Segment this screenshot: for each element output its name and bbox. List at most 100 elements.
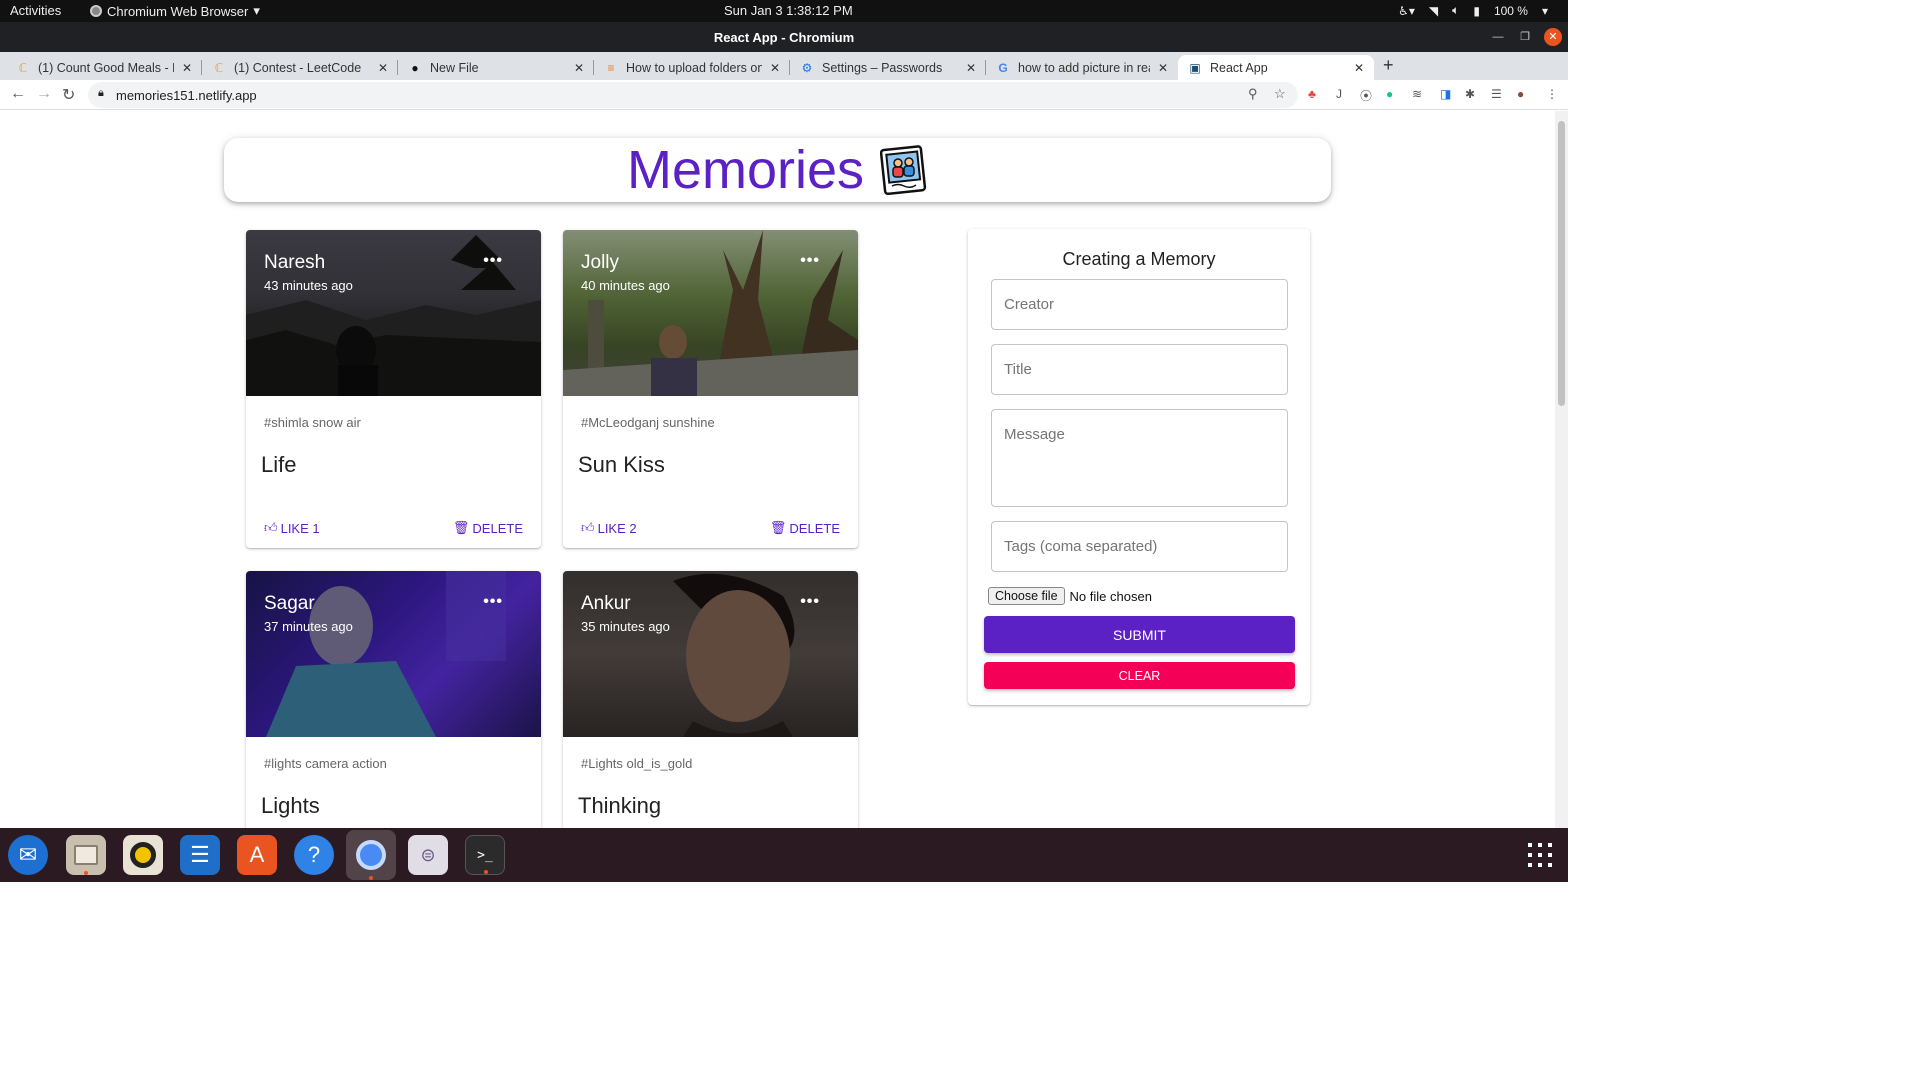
tab-close-icon[interactable]: ✕ [378, 61, 388, 75]
post-creator: Ankur [581, 593, 631, 614]
chevron-down-icon: ▾ [253, 3, 260, 18]
extension-badge-icon[interactable]: ◨ [1440, 87, 1451, 101]
thunderbird-icon[interactable]: ✉ [8, 835, 48, 875]
profile-avatar[interactable]: ● [1517, 87, 1524, 101]
more-options-icon[interactable]: ••• [800, 593, 820, 611]
file-input: Choose file No file chosen [988, 587, 1152, 605]
close-window-button[interactable]: ✕ [1544, 28, 1562, 46]
app-header: Memories [224, 138, 1331, 202]
choose-file-button[interactable]: Choose file [988, 587, 1065, 605]
reload-icon[interactable]: ↻ [62, 85, 75, 105]
tab-new-file[interactable]: ● New File ✕ [398, 55, 594, 80]
form-title: Creating a Memory [1062, 249, 1216, 269]
address-bar[interactable]: 🔒︎ memories151.netlify.app ⚲ ☆ [88, 82, 1298, 108]
tab-close-icon[interactable]: ✕ [1158, 61, 1168, 75]
chromium-dock-icon[interactable] [346, 830, 396, 880]
show-applications-icon[interactable] [1528, 843, 1552, 867]
files-icon[interactable] [66, 835, 106, 875]
chromium-icon [90, 5, 102, 17]
menu-kebab-icon[interactable]: ⋮ [1546, 87, 1558, 101]
clock[interactable]: Sun Jan 3 1:38:12 PM [724, 3, 853, 18]
libreoffice-writer-icon[interactable]: ☰ [180, 835, 220, 875]
tab-label: React App [1210, 60, 1268, 75]
trash-icon: 🗑︎ [452, 520, 470, 535]
system-tray[interactable]: ♿︎▾ ◥ 🔈︎ ▮ 100 % ▾ [1398, 3, 1548, 18]
extension-chart-icon[interactable]: ≋ [1412, 87, 1422, 101]
more-options-icon[interactable]: ••• [483, 593, 503, 611]
tags-field[interactable] [991, 521, 1288, 572]
app-menu[interactable]: Chromium Web Browser ▾ [90, 3, 260, 19]
extension-j-icon[interactable]: J [1336, 87, 1342, 101]
card-image: Naresh 43 minutes ago ••• [246, 230, 541, 396]
file-status: No file chosen [1069, 588, 1152, 604]
memory-card: Sagar 37 minutes ago ••• #lights camera … [246, 571, 541, 828]
post-title: Life [261, 452, 297, 477]
like-label: LIKE 1 [280, 520, 320, 536]
tab-upload-folders[interactable]: ≡ How to upload folders on ✕ [594, 55, 790, 80]
post-tags: #McLeodganj sunshine [581, 415, 715, 430]
trash-icon: 🗑︎ [769, 520, 787, 535]
tab-close-icon[interactable]: ✕ [966, 61, 976, 75]
message-field[interactable] [991, 409, 1288, 507]
settings-icon: ⚙ [801, 60, 813, 75]
tab-count-good-meals[interactable]: ℂ (1) Count Good Meals - Le ✕ [6, 55, 202, 80]
card-image: Jolly 40 minutes ago ••• [563, 230, 858, 396]
creator-field[interactable] [991, 279, 1288, 330]
tray-chevron-icon: ▾ [1541, 3, 1548, 18]
submit-button[interactable]: SUBMIT [984, 616, 1295, 653]
grammarly-icon[interactable]: ● [1386, 87, 1393, 101]
lock-icon[interactable]: 🔒︎ [98, 87, 104, 100]
minimize-button[interactable]: — [1489, 28, 1507, 46]
bookmark-star-icon[interactable]: ☆ [1274, 86, 1286, 102]
post-tags: #shimla snow air [264, 415, 361, 430]
software-center-icon[interactable]: A [237, 835, 277, 875]
post-title: Thinking [578, 793, 662, 818]
terminal-icon[interactable]: >_ [465, 835, 505, 875]
card-actions: 👍︎ LIKE 1 🗑︎ DELETE [264, 520, 523, 536]
more-options-icon[interactable]: ••• [483, 252, 503, 270]
maximize-button[interactable]: ❐ [1516, 28, 1534, 46]
like-button[interactable]: 👍︎ LIKE 1 [264, 520, 320, 536]
thumb-up-icon: 👍︎ [581, 520, 595, 535]
title-field[interactable] [991, 344, 1288, 395]
clear-button[interactable]: CLEAR [984, 662, 1295, 689]
accessibility-icon[interactable]: ♿︎▾ [1398, 4, 1415, 18]
more-options-icon[interactable]: ••• [800, 252, 820, 270]
zoom-icon[interactable]: ⚲ [1248, 86, 1258, 102]
memory-card: Ankur 35 minutes ago ••• #Lights old_is_… [563, 571, 858, 828]
extension-icon[interactable]: ♣ [1308, 87, 1316, 101]
tab-close-icon[interactable]: ✕ [182, 61, 192, 75]
wifi-icon: ◥ [1428, 3, 1439, 18]
post-time: 37 minutes ago [264, 619, 353, 634]
tab-label: Settings – Passwords [822, 60, 943, 75]
extension-wave-icon[interactable]: ⦿ [1360, 87, 1372, 104]
dock: ✉ ☰ A ? ⊜ >_ [0, 828, 1568, 882]
battery-level: 100 % [1493, 3, 1528, 18]
tab-label: How to upload folders on [626, 60, 762, 75]
post-creator: Jolly [581, 252, 620, 273]
tweaks-icon[interactable]: ⊜ [408, 835, 448, 875]
forward-icon[interactable]: → [36, 85, 52, 103]
url-text[interactable]: memories151.netlify.app [116, 88, 257, 103]
tab-react-app[interactable]: ▣ React App ✕ [1178, 55, 1374, 80]
reading-list-icon[interactable]: ☰ [1491, 87, 1502, 101]
like-label: LIKE 2 [597, 520, 637, 536]
page-scrollbar[interactable] [1555, 111, 1568, 828]
tab-google-search[interactable]: G how to add picture in reac ✕ [986, 55, 1178, 80]
tab-settings-passwords[interactable]: ⚙ Settings – Passwords ✕ [790, 55, 986, 80]
extensions-puzzle-icon[interactable]: ✱ [1465, 87, 1475, 101]
tab-close-icon[interactable]: ✕ [574, 61, 584, 75]
scrollbar-thumb[interactable] [1558, 121, 1565, 406]
new-tab-button[interactable]: + [1383, 55, 1394, 76]
tab-close-icon[interactable]: ✕ [770, 61, 780, 75]
post-creator: Naresh [264, 252, 326, 273]
delete-button[interactable]: 🗑︎ DELETE [453, 520, 523, 536]
help-icon[interactable]: ? [294, 835, 334, 875]
back-icon[interactable]: ← [10, 85, 26, 103]
delete-button[interactable]: 🗑︎ DELETE [770, 520, 840, 536]
tab-close-icon[interactable]: ✕ [1354, 61, 1364, 75]
rhythmbox-icon[interactable] [123, 835, 163, 875]
like-button[interactable]: 👍︎ LIKE 2 [581, 520, 637, 536]
tab-contest-leetcode[interactable]: ℂ (1) Contest - LeetCode ✕ [202, 55, 398, 80]
activities-button[interactable]: Activities [10, 3, 61, 18]
